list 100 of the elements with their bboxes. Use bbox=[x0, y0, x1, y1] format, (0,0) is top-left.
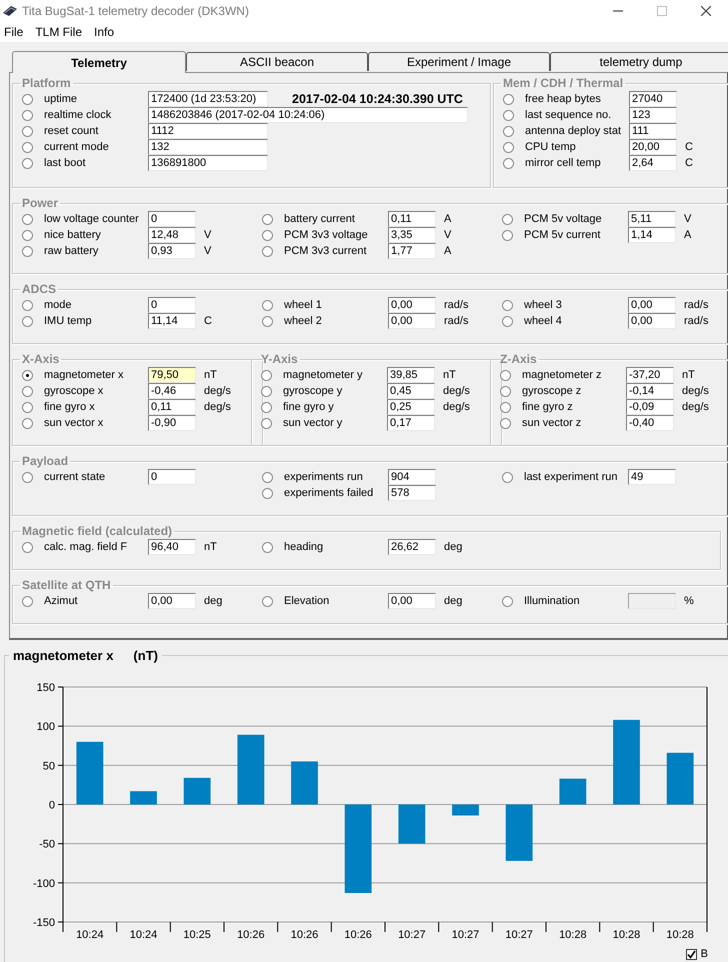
value-field[interactable]: 1112 bbox=[148, 123, 268, 139]
tab[interactable]: Telemetry bbox=[12, 51, 186, 73]
radio-button[interactable] bbox=[502, 214, 513, 224]
value-field[interactable]: 0,00 bbox=[628, 297, 676, 313]
radio-button[interactable] bbox=[22, 126, 33, 136]
radio-button[interactable] bbox=[500, 386, 511, 396]
radio-button[interactable] bbox=[22, 142, 33, 152]
value-field[interactable]: 0,00 bbox=[148, 593, 196, 609]
value-field[interactable]: -0,09 bbox=[626, 399, 674, 415]
radio-button[interactable] bbox=[503, 110, 514, 120]
legend-checkbox[interactable] bbox=[686, 948, 697, 960]
value-field[interactable]: -0,40 bbox=[626, 415, 674, 431]
radio-button[interactable] bbox=[500, 402, 511, 412]
value-field[interactable]: 0,00 bbox=[628, 313, 676, 329]
value-field[interactable]: 5,11 bbox=[628, 211, 676, 227]
close-icon[interactable] bbox=[701, 6, 711, 16]
value-field[interactable]: 3,35 bbox=[388, 227, 436, 243]
value-field[interactable]: 11,14 bbox=[148, 313, 196, 329]
tab[interactable]: Experiment / Image bbox=[368, 52, 550, 71]
maximize-icon[interactable] bbox=[657, 6, 667, 16]
value-field[interactable]: 0,11 bbox=[148, 399, 196, 415]
value-field[interactable]: 123 bbox=[629, 107, 677, 123]
radio-button[interactable] bbox=[22, 402, 33, 412]
value-field[interactable]: 0 bbox=[148, 469, 196, 485]
tab[interactable]: telemetry dump bbox=[550, 52, 728, 71]
value-field[interactable]: 0 bbox=[148, 211, 196, 227]
radio-button[interactable] bbox=[503, 126, 514, 136]
value-field[interactable]: -0,46 bbox=[148, 383, 196, 399]
value-field[interactable]: 132 bbox=[148, 139, 268, 155]
radio-button[interactable] bbox=[22, 596, 33, 606]
value-field[interactable]: 0,25 bbox=[387, 399, 435, 415]
radio-button[interactable] bbox=[22, 230, 33, 240]
value-field[interactable]: 39,85 bbox=[387, 367, 435, 383]
radio-button[interactable] bbox=[22, 214, 33, 224]
value-field[interactable]: 27040 bbox=[629, 91, 677, 107]
value-field[interactable]: 136891800 bbox=[148, 155, 268, 171]
value-field[interactable]: 0 bbox=[148, 297, 196, 313]
radio-button[interactable] bbox=[22, 158, 33, 168]
radio-button[interactable] bbox=[262, 488, 273, 498]
radio-button[interactable] bbox=[22, 94, 33, 104]
value-field[interactable]: 26,62 bbox=[388, 539, 436, 555]
radio-button[interactable] bbox=[502, 316, 513, 326]
radio-button[interactable] bbox=[22, 542, 33, 552]
value-field[interactable]: 1,77 bbox=[388, 243, 436, 259]
value-field[interactable]: 0,00 bbox=[388, 297, 436, 313]
radio-button[interactable] bbox=[502, 472, 513, 482]
value-field[interactable]: 79,50 bbox=[148, 367, 196, 383]
value-field[interactable]: 172400 (1d 23:53:20) bbox=[148, 91, 268, 107]
y-tick-label: -50 bbox=[39, 838, 55, 851]
value-field[interactable]: -37,20 bbox=[626, 367, 674, 383]
radio-button[interactable] bbox=[22, 472, 33, 482]
radio-button[interactable] bbox=[500, 370, 511, 380]
value-field[interactable]: 96,40 bbox=[148, 539, 196, 555]
value-field[interactable]: 0,93 bbox=[148, 243, 196, 259]
radio-button[interactable] bbox=[262, 230, 273, 240]
tab[interactable]: ASCII beacon bbox=[186, 52, 368, 71]
value-field[interactable]: 0,17 bbox=[387, 415, 435, 431]
radio-button[interactable] bbox=[503, 142, 514, 152]
value-field[interactable]: 0,45 bbox=[387, 383, 435, 399]
radio-button[interactable] bbox=[502, 300, 513, 310]
radio-button[interactable] bbox=[261, 402, 272, 412]
radio-button[interactable] bbox=[22, 386, 33, 396]
value-field[interactable]: 904 bbox=[388, 469, 436, 485]
radio-button[interactable] bbox=[22, 370, 33, 380]
value-field[interactable]: -0,14 bbox=[626, 383, 674, 399]
radio-button[interactable] bbox=[262, 300, 273, 310]
radio-button[interactable] bbox=[261, 386, 272, 396]
value-field[interactable]: -0,90 bbox=[148, 415, 196, 431]
radio-button[interactable] bbox=[262, 214, 273, 224]
value-field[interactable]: 49 bbox=[628, 469, 676, 485]
radio-button[interactable] bbox=[22, 246, 33, 256]
value-field[interactable]: 0,00 bbox=[388, 313, 436, 329]
radio-button[interactable] bbox=[22, 110, 33, 120]
value-field[interactable]: 12,48 bbox=[148, 227, 196, 243]
radio-button[interactable] bbox=[262, 316, 273, 326]
menu-item[interactable]: TLM File bbox=[35, 25, 88, 39]
radio-button[interactable] bbox=[262, 542, 273, 552]
value-field[interactable]: 2,64 bbox=[629, 155, 677, 171]
value-field[interactable]: 111 bbox=[629, 123, 677, 139]
radio-button[interactable] bbox=[262, 596, 273, 606]
value-field[interactable]: 1,14 bbox=[628, 227, 676, 243]
radio-button[interactable] bbox=[503, 158, 514, 168]
value-field[interactable]: 0,11 bbox=[388, 211, 436, 227]
radio-button[interactable] bbox=[261, 370, 272, 380]
radio-button[interactable] bbox=[262, 246, 273, 256]
radio-button[interactable] bbox=[502, 230, 513, 240]
value-field[interactable]: 20,00 bbox=[629, 139, 677, 155]
value-field[interactable]: 578 bbox=[388, 485, 436, 501]
radio-button[interactable] bbox=[22, 316, 33, 326]
radio-button[interactable] bbox=[503, 94, 514, 104]
radio-button[interactable] bbox=[22, 300, 33, 310]
field-label: nice battery bbox=[44, 229, 102, 241]
radio-button[interactable] bbox=[262, 472, 273, 482]
menu-item[interactable]: File bbox=[4, 25, 30, 39]
menu-item[interactable]: Info bbox=[94, 25, 120, 39]
radio-button[interactable] bbox=[261, 418, 272, 428]
value-field[interactable]: 1486203846 (2017-02-04 10:24:06) bbox=[148, 107, 468, 123]
value-field[interactable]: 0,00 bbox=[388, 593, 436, 609]
radio-button[interactable] bbox=[500, 418, 511, 428]
radio-button[interactable] bbox=[22, 418, 33, 428]
